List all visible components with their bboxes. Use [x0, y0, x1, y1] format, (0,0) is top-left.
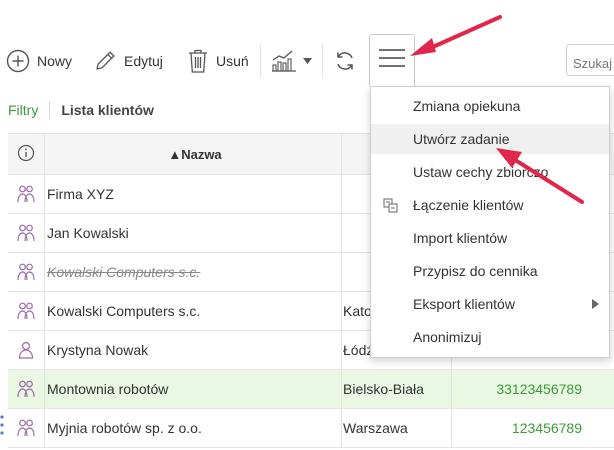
refresh-icon [334, 50, 356, 72]
column-divider [44, 253, 45, 291]
client-city: Bielsko-Biała [343, 381, 424, 397]
group-icon [8, 214, 44, 252]
group-icon [8, 292, 44, 330]
list-title: Lista klientów [61, 102, 154, 118]
menu-item[interactable]: Zmiana opiekuna [371, 91, 609, 121]
menu-item[interactable]: Utwórz zadanie [371, 124, 609, 154]
name-column-header[interactable]: ▲Nazwa [47, 134, 343, 174]
more-actions-menu: Zmiana opiekuna Utwórz zadanie Ustaw cechy… [370, 86, 610, 358]
client-phone: 33123456789 [496, 381, 582, 397]
group-icon [8, 409, 44, 447]
menu-item[interactable]: Import klientów [371, 223, 609, 253]
toolbar-divider [260, 44, 261, 78]
table-row[interactable]: Myjnia robotów sp. z o.o. Warszawa 1234567… [8, 409, 614, 448]
info-column-header[interactable] [8, 134, 44, 174]
chart-icon [270, 49, 298, 73]
pencil-icon [93, 49, 117, 73]
column-divider [44, 134, 45, 174]
filters-link[interactable]: Filtry [8, 102, 38, 118]
delete-button[interactable]: Usuń [187, 48, 249, 74]
delete-button-label: Usuń [216, 53, 249, 69]
column-divider [44, 175, 45, 213]
column-divider [341, 214, 342, 252]
menu-item-label: Łączenie klientów [413, 197, 524, 213]
refresh-button[interactable] [334, 48, 356, 74]
menu-item[interactable]: Ustaw cechy zbiorczo [371, 157, 609, 187]
menu-item-label: Import klientów [413, 230, 508, 246]
column-divider [341, 253, 342, 291]
toolbar: Nowy Edytuj Usuń [0, 34, 614, 86]
hamburger-icon [379, 48, 405, 73]
drag-handle[interactable] [0, 414, 4, 436]
menu-item-label: Przypisz do cennika [413, 263, 538, 279]
client-name: Krystyna Nowak [47, 342, 149, 358]
client-name: Kowalski Computers s.c. [47, 303, 201, 319]
menu-item-label: Utwórz zadanie [413, 131, 510, 147]
caret-down-icon [303, 58, 312, 64]
menu-item-label: Zmiana opiekuna [413, 98, 521, 114]
client-name: Montownia robotów [47, 381, 169, 397]
filter-bar: Filtry Lista klientów [0, 96, 154, 124]
info-icon [17, 144, 35, 165]
column-divider [341, 175, 342, 213]
client-name: Jan Kowalski [47, 225, 129, 241]
submenu-arrow-icon [592, 299, 599, 309]
column-divider [44, 409, 45, 447]
menu-item[interactable]: Eksport klientów [371, 289, 609, 319]
new-button-label: Nowy [37, 53, 73, 69]
new-button[interactable]: Nowy [6, 48, 72, 74]
column-divider [451, 370, 452, 408]
client-name: Firma XYZ [47, 186, 114, 202]
search-input[interactable] [566, 44, 614, 76]
column-divider [44, 292, 45, 330]
group-icon [8, 370, 44, 408]
client-name: Kowalski Computers s.c. [47, 264, 201, 280]
plus-circle-icon [6, 49, 30, 73]
toolbar-divider [322, 44, 323, 78]
reports-dropdown-button[interactable] [270, 48, 312, 74]
client-city: Warszawa [343, 420, 408, 436]
person-icon [8, 331, 44, 369]
group-icon [8, 175, 44, 213]
table-row[interactable]: Montownia robotów Bielsko-Biała 3312345678… [8, 370, 614, 409]
edit-button-label: Edytuj [124, 53, 163, 69]
column-divider [341, 292, 342, 330]
menu-item[interactable]: Przypisz do cennika [371, 256, 609, 286]
more-actions-menu-button[interactable] [369, 34, 415, 86]
menu-item-label: Anonimizuj [413, 329, 482, 345]
column-divider [341, 134, 342, 174]
column-divider [341, 409, 342, 447]
group-icon [8, 253, 44, 291]
menu-item[interactable]: Łączenie klientów [371, 190, 609, 220]
filter-bar-divider [49, 101, 51, 119]
menu-item-label: Ustaw cechy zbiorczo [413, 164, 549, 180]
menu-item-label: Eksport klientów [413, 296, 515, 312]
column-divider [341, 370, 342, 408]
column-divider [44, 214, 45, 252]
column-divider [44, 370, 45, 408]
client-phone: 123456789 [511, 420, 582, 436]
column-divider [451, 409, 452, 447]
column-divider [341, 331, 342, 369]
column-divider [44, 331, 45, 369]
merge-icon [383, 198, 399, 217]
client-name: Myjnia robotów sp. z o.o. [47, 420, 202, 436]
menu-item[interactable]: Anonimizuj [371, 322, 609, 352]
trash-icon [187, 48, 209, 74]
edit-button[interactable]: Edytuj [93, 48, 163, 74]
